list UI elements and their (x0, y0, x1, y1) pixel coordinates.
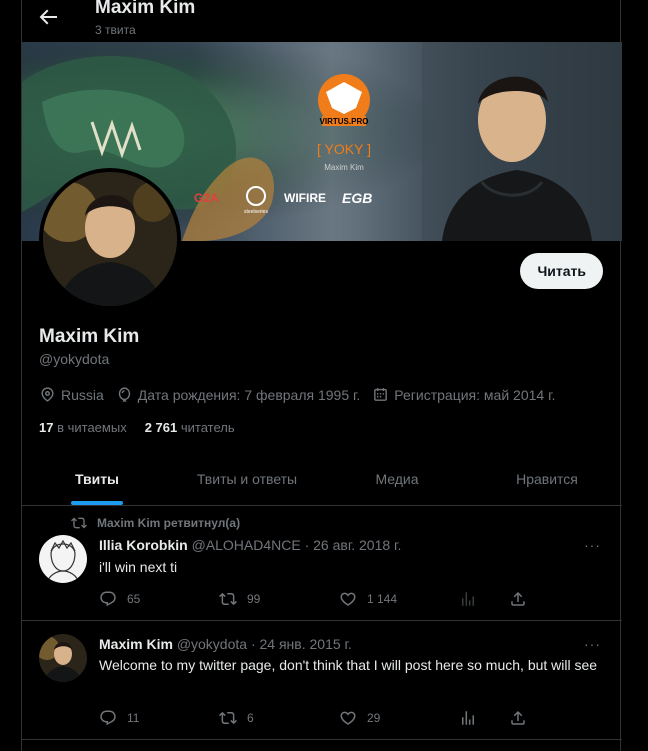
more-icon[interactable]: ··· (584, 636, 604, 656)
analytics-button[interactable] (459, 709, 479, 727)
location-text: Russia (61, 386, 104, 403)
profile-tabs: Твиты Твиты и ответы Медиа Нравится (22, 453, 622, 506)
following-label: в читаемых (57, 420, 127, 435)
tweet-header: Illia Korobkin @ALOHAD4NCE · 26 авг. 201… (99, 537, 401, 553)
tweet-actions: 11 6 29 (99, 709, 529, 727)
avatar-image (43, 172, 177, 306)
retweet-icon (219, 711, 237, 725)
tweet-handle-date[interactable]: @yokydota · 24 янв. 2015 г. (177, 636, 352, 652)
avatar-image (39, 634, 87, 682)
balloon-icon (118, 387, 130, 402)
joined-item: Регистрация: май 2014 г. (372, 386, 555, 403)
joined-text: Регистрация: май 2014 г. (394, 386, 556, 403)
retweet-count: 99 (247, 592, 261, 606)
tweet-header: Maxim Kim @yokydota · 24 янв. 2015 г. (99, 636, 352, 652)
reply-icon (100, 710, 116, 726)
tweet-avatar[interactable] (39, 535, 87, 583)
tweet-text: Welcome to my twitter page, don't think … (99, 657, 598, 673)
followers-count: 2 761 (144, 420, 178, 435)
location-item: Russia (39, 386, 104, 403)
retweet-count: 6 (247, 711, 254, 725)
followers-link[interactable]: 2 761 читатель (145, 420, 235, 435)
following-link[interactable]: 17 в читаемых (39, 420, 127, 435)
analytics-icon (462, 711, 474, 725)
sponsor-g2a: G2A (194, 191, 219, 205)
profile-name: Maxim Kim (39, 326, 140, 347)
share-button[interactable] (509, 590, 529, 608)
header-tweet-count: 3 твита (95, 23, 136, 37)
avatar-image (39, 535, 87, 583)
banner-logo-text: VIRTUS.PRO (320, 117, 369, 126)
tab-likes[interactable]: Нравится (472, 453, 622, 505)
analytics-button[interactable] (459, 590, 479, 608)
like-count: 29 (367, 711, 381, 725)
retweet-button[interactable]: 99 (219, 590, 309, 608)
sponsor-egb: EGB (342, 190, 372, 206)
retweet-button[interactable]: 6 (219, 709, 309, 727)
like-count: 1 144 (367, 592, 398, 606)
retweet-label: Maxim Kim ретвитнул(а) (97, 516, 241, 530)
banner-player-tag: [ YOKY ] (317, 141, 371, 157)
retweet-icon (219, 592, 237, 606)
reply-button[interactable]: 65 (99, 590, 189, 608)
sponsor-wifire: WIFIRE (284, 191, 326, 205)
followers-label: читатель (180, 420, 235, 435)
follow-stats: 17 в читаемых 2 761 читатель (39, 420, 235, 435)
profile-column: Maxim Kim 3 твита VIRTUS.PRO [YOKY] Ma… (21, 0, 622, 751)
header-name: Maxim Kim (95, 0, 196, 18)
share-icon (511, 710, 525, 725)
like-button[interactable]: 29 (339, 709, 429, 727)
banner-player-photo (422, 42, 622, 241)
heart-icon (340, 592, 356, 606)
tweet-actions: 65 99 1 144 (99, 590, 529, 608)
reply-icon (100, 591, 116, 607)
reply-button[interactable]: 11 (99, 709, 189, 727)
tweet-item[interactable]: Maxim Kim @yokydota · 24 янв. 2015 г. ··… (22, 622, 622, 740)
tab-media[interactable]: Медиа (322, 453, 472, 505)
retweet-indicator: Maxim Kim ретвитнул(а) (71, 515, 240, 531)
top-bar: Maxim Kim 3 твита (22, 0, 622, 42)
birthday-text: Дата рождения: 7 февраля 1995 г. (137, 386, 361, 403)
profile-meta: Russia Дата рождения: 7 февраля 1995 г. … (39, 386, 555, 403)
like-button[interactable]: 1 144 (339, 590, 429, 608)
tweet-text: i'll win next ti (99, 559, 178, 575)
tab-tweets[interactable]: Твиты (22, 453, 172, 505)
share-button[interactable] (509, 709, 529, 727)
banner-player-name: Maxim Kim (324, 163, 364, 172)
profile-avatar[interactable] (39, 168, 181, 310)
birthday-item: Дата рождения: 7 февраля 1995 г. (116, 386, 361, 403)
follow-button[interactable]: Читать (520, 253, 603, 289)
reply-count: 65 (127, 592, 141, 606)
profile-handle: @yokydota (39, 351, 110, 367)
tweet-item[interactable]: Maxim Kim ретвитнул(а) Illia Korobkin @A… (22, 507, 622, 621)
tab-tweets-and-replies[interactable]: Твиты и ответы (172, 453, 322, 505)
tweet-author-name[interactable]: Maxim Kim (99, 636, 173, 652)
retweet-small-icon (71, 517, 87, 529)
reply-count: 11 (127, 711, 140, 725)
location-pin-icon (41, 387, 54, 402)
tweet-author-name[interactable]: Illia Korobkin (99, 537, 188, 553)
more-icon[interactable]: ··· (584, 537, 604, 557)
analytics-icon (462, 592, 474, 606)
share-icon (511, 591, 525, 606)
heart-icon (340, 711, 356, 725)
back-arrow-icon[interactable] (36, 5, 60, 29)
tweet-avatar[interactable] (39, 634, 87, 682)
tweet-handle-date[interactable]: @ALOHAD4NCE · 26 авг. 2018 г. (192, 537, 402, 553)
sponsor-steelseries: steelseries (244, 209, 268, 215)
following-count: 17 (39, 420, 54, 435)
calendar-icon (374, 388, 388, 401)
